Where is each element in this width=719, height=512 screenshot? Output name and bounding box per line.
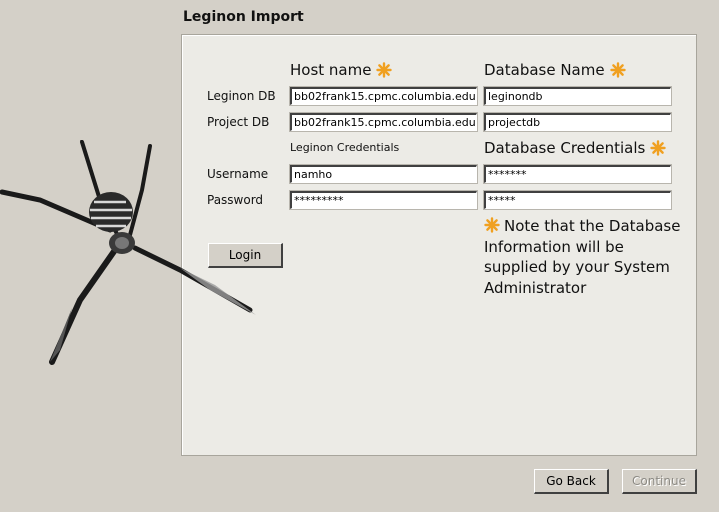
leginon-credentials-header: Leginon Credentials [290,141,400,154]
database-name-header: Database Name [484,61,626,79]
leginon-host-field[interactable]: bb02frank15.cpmc.columbia.edu [289,86,478,106]
asterisk-icon [650,140,667,156]
asterisk-icon [484,217,500,233]
leginon-db-label: Leginon DB [207,89,276,103]
project-host-field[interactable]: bb02frank15.cpmc.columbia.edu [289,112,478,132]
project-db-label: Project DB [207,115,270,129]
host-name-header: Host name [290,61,393,79]
note-text: Note that the Database Information will … [484,217,681,297]
database-password-field[interactable]: ***** [483,190,672,210]
page-title: Leginon Import [183,9,304,25]
leginon-password-field[interactable]: ********* [289,190,478,210]
asterisk-icon [376,62,393,78]
leginon-username-field[interactable]: namho [289,164,478,184]
leginon-database-field[interactable]: leginondb [483,86,672,106]
username-label: Username [207,167,269,181]
database-note: Note that the Database Information will … [484,216,684,298]
go-back-button[interactable]: Go Back [534,469,609,494]
password-label: Password [207,193,264,207]
asterisk-icon [609,62,626,78]
login-button[interactable]: Login [208,243,283,268]
project-database-field[interactable]: projectdb [483,112,672,132]
database-credentials-header: Database Credentials [484,139,667,157]
database-username-field[interactable]: ******* [483,164,672,184]
continue-button[interactable]: Continue [622,469,697,494]
